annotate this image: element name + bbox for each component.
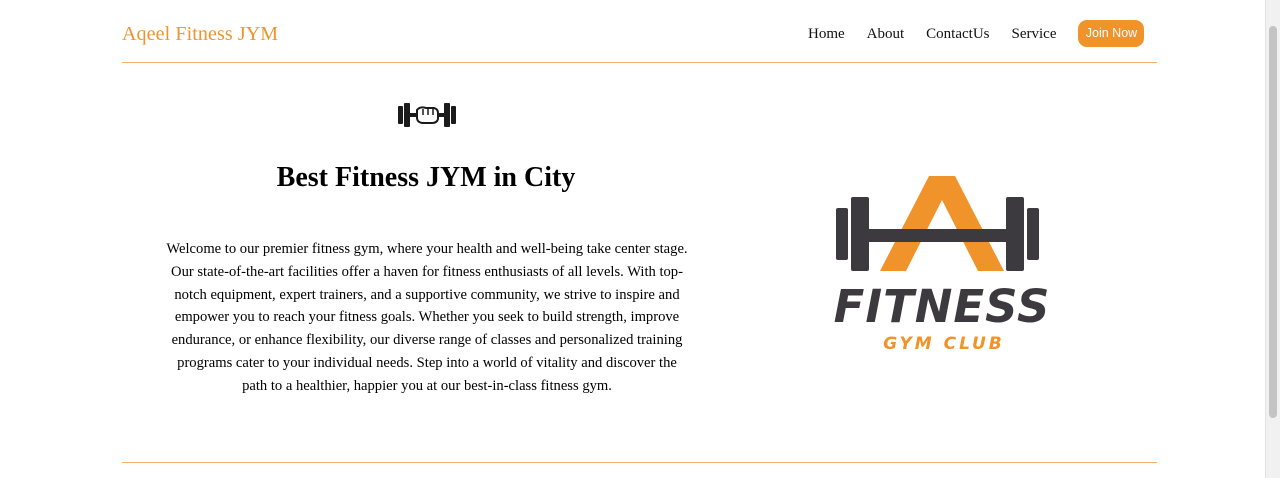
scrollbar-thumb[interactable]: [1269, 26, 1277, 418]
logo-word: FITNESS: [834, 280, 1051, 333]
nav-contact-link[interactable]: ContactUs: [926, 26, 989, 42]
fitness-gym-club-logo: FITNESS GYM CLUB: [834, 176, 1051, 354]
main-nav: Home About ContactUs Service Join Now: [808, 20, 1145, 47]
vertical-scrollbar[interactable]: [1265, 0, 1280, 478]
join-now-button[interactable]: Join Now: [1078, 20, 1145, 47]
nav-home-link[interactable]: Home: [808, 26, 845, 42]
logo-subtitle: GYM CLUB: [883, 334, 1005, 354]
brand-logo-text[interactable]: Aqeel Fitness JYM: [122, 23, 278, 46]
page: Aqeel Fitness JYM Home About ContactUs S…: [0, 0, 1280, 478]
hero-title: Best Fitness JYM in City: [276, 162, 576, 193]
footer-divider: [122, 462, 1157, 463]
nav-about-link[interactable]: About: [867, 26, 905, 42]
hero-description: Welcome to our premier fitness gym, wher…: [166, 241, 688, 394]
dumbbell-fist-icon: [398, 103, 456, 127]
nav-service-link[interactable]: Service: [1012, 26, 1057, 42]
header-divider: [122, 62, 1157, 63]
